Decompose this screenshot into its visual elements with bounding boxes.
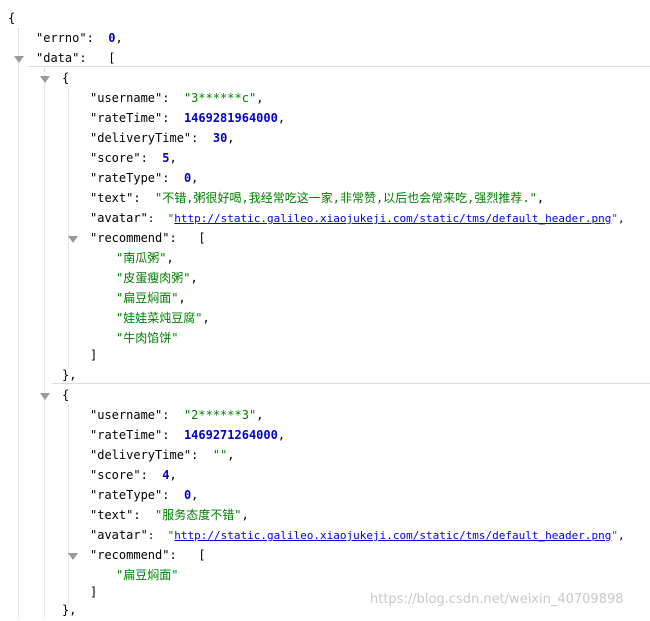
indent-guide	[68, 405, 69, 605]
indent-guide	[18, 28, 19, 618]
username-row: "username": "2******3",	[90, 408, 264, 422]
recommend-item: "南瓜粥",	[116, 251, 174, 265]
triangle-down-icon[interactable]	[40, 393, 50, 400]
score-row: "score": 5,	[90, 151, 177, 165]
errno-value: 0	[108, 31, 116, 45]
ratetype-row: "rateType": 0,	[90, 171, 199, 185]
deliverytime-value: 30	[212, 131, 228, 145]
row-separator	[52, 383, 650, 384]
item-close-brace: },	[62, 603, 77, 617]
ratetime-row: "rateTime": 1469271264000,	[90, 428, 286, 442]
score-row: "score": 4,	[90, 468, 177, 482]
data-open-bracket: [	[108, 51, 116, 65]
deliverytime-row: "deliveryTime": 30,	[90, 131, 235, 145]
indent-guide	[44, 68, 45, 618]
recommend-row: "recommend": [	[90, 548, 206, 562]
username-value: "2******3"	[183, 408, 257, 422]
deliverytime-row: "deliveryTime": "",	[90, 448, 235, 462]
recommend-row: "recommend": [	[90, 231, 206, 245]
avatar-link[interactable]: http://static.galileo.xiaojukeji.com/sta…	[174, 212, 611, 225]
username-value: "3******c"	[183, 91, 257, 105]
item-close-brace: },	[62, 368, 77, 382]
avatar-row: "avatar": "http://static.galileo.xiaojuk…	[90, 211, 625, 225]
recommend-close-bracket: ]	[90, 585, 98, 599]
indent-guide	[68, 88, 69, 368]
triangle-down-icon[interactable]	[68, 236, 78, 243]
root-open-brace: {	[8, 11, 16, 25]
avatar-row: "avatar": "http://static.galileo.xiaojuk…	[90, 528, 625, 542]
ratetime-value: 1469281964000	[183, 111, 278, 125]
recommend-item: "扁豆焖面",	[116, 291, 186, 305]
avatar-link[interactable]: http://static.galileo.xiaojukeji.com/sta…	[174, 529, 611, 542]
errno-key: "errno"	[36, 31, 87, 45]
triangle-down-icon[interactable]	[68, 553, 78, 560]
watermark: https://blog.csdn.net/weixin_40709898	[370, 592, 624, 607]
score-value: 4	[162, 468, 170, 482]
row-separator	[28, 66, 650, 67]
text-row: "text": "服务态度不错",	[90, 508, 249, 522]
triangle-down-icon[interactable]	[14, 56, 24, 63]
data-row: "data": [	[36, 51, 116, 65]
score-value: 5	[162, 151, 170, 165]
ratetime-row: "rateTime": 1469281964000,	[90, 111, 286, 125]
text-row: "text": "不错,粥很好喝,我经常吃这一家,非常赞,以后也会常来吃,强烈推…	[90, 191, 545, 205]
errno-row: "errno": 0,	[36, 31, 123, 45]
text-value: "不错,粥很好喝,我经常吃这一家,非常赞,以后也会常来吃,强烈推荐."	[155, 191, 537, 205]
recommend-close-bracket: ]	[90, 348, 98, 362]
recommend-item: "牛肉馅饼"	[116, 331, 179, 345]
recommend-item: "皮蛋瘦肉粥",	[116, 271, 198, 285]
text-value: "服务态度不错"	[155, 508, 242, 522]
item-open-brace: {	[62, 388, 70, 402]
item-open-brace: {	[62, 71, 70, 85]
ratetime-value: 1469271264000	[183, 428, 278, 442]
recommend-item: "扁豆焖面"	[116, 568, 179, 582]
data-key: "data"	[36, 51, 80, 65]
username-row: "username": "3******c",	[90, 91, 264, 105]
ratetype-row: "rateType": 0,	[90, 488, 199, 502]
triangle-down-icon[interactable]	[40, 76, 50, 83]
deliverytime-value: ""	[212, 448, 228, 462]
recommend-item: "娃娃菜炖豆腐",	[116, 311, 210, 325]
